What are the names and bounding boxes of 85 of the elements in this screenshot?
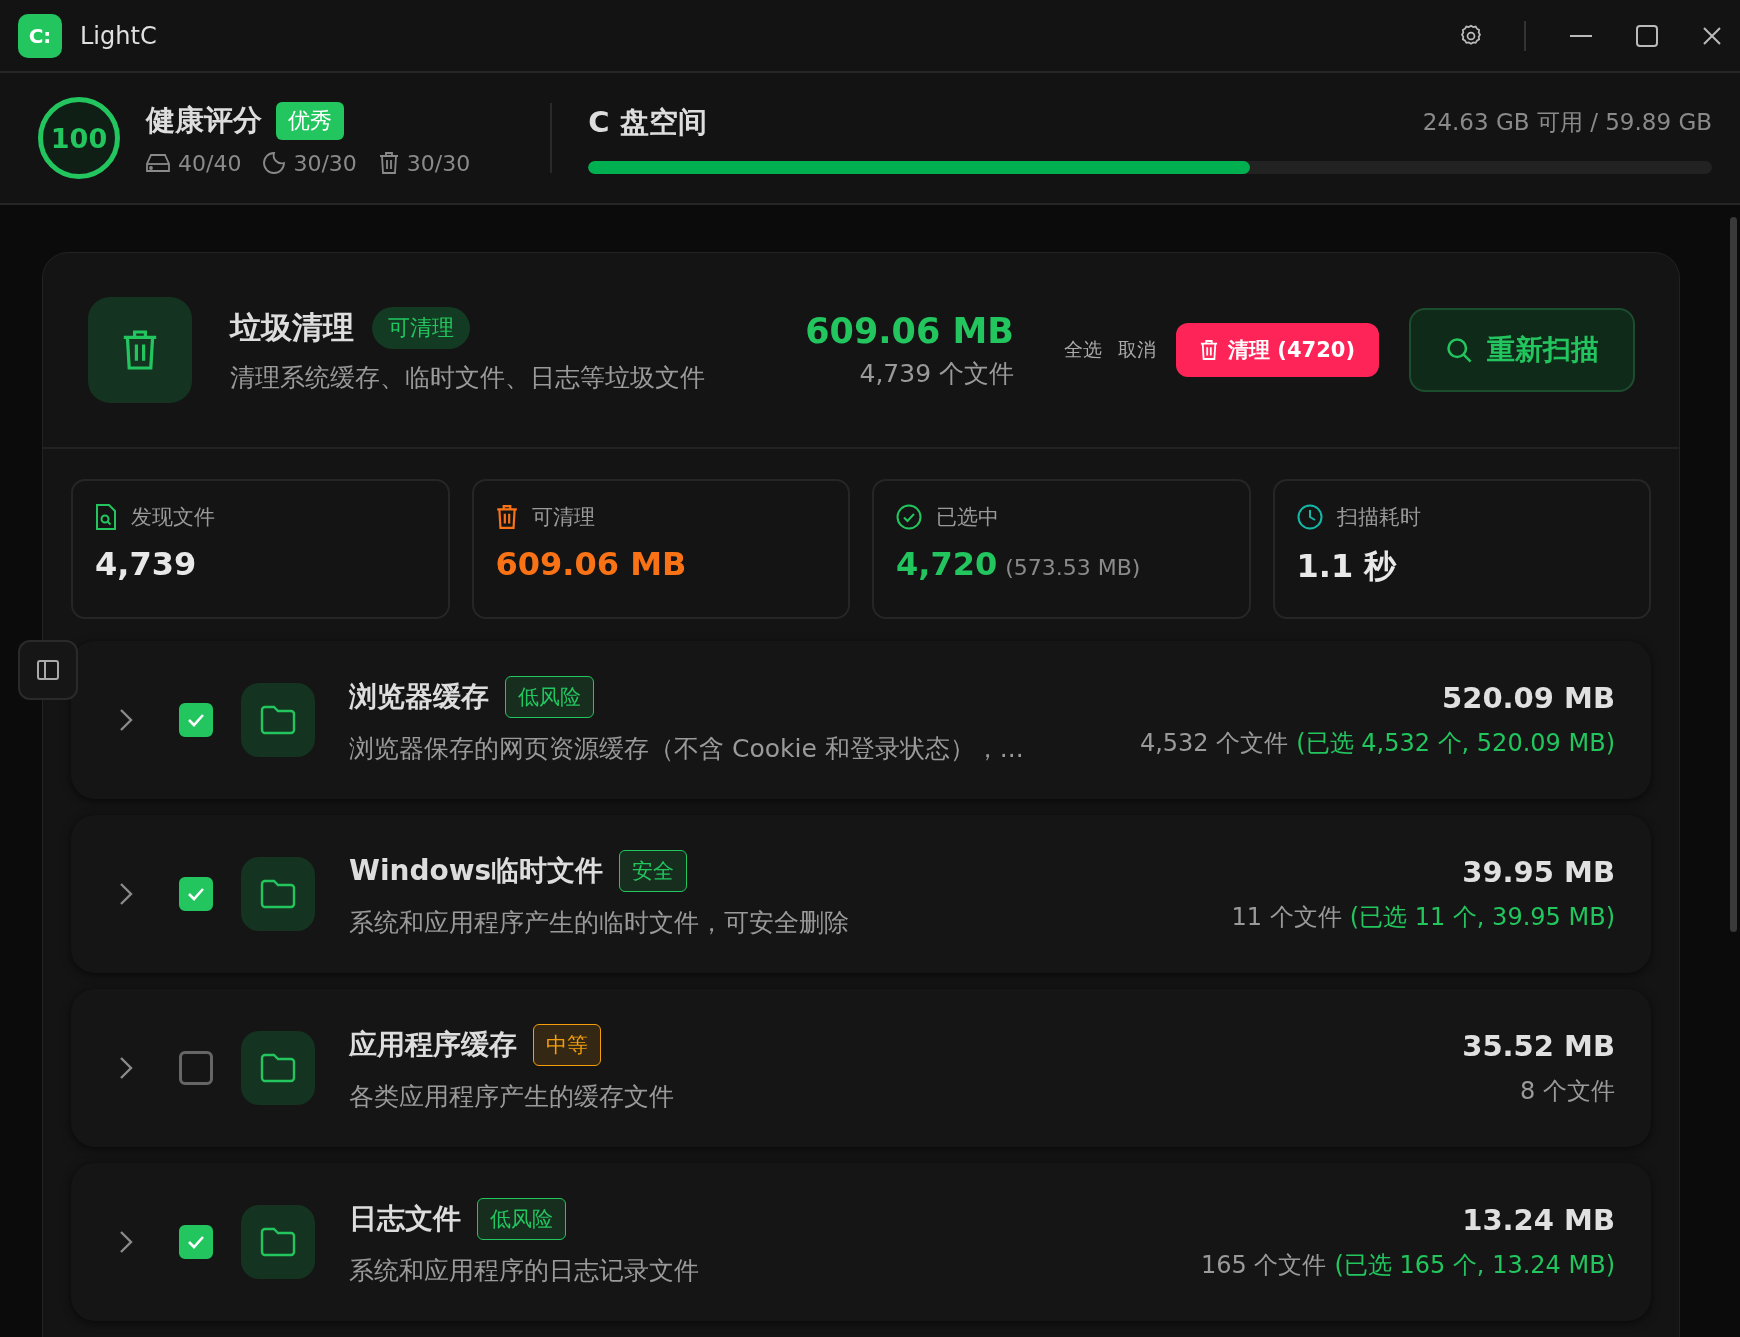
sidebar-icon xyxy=(36,658,60,682)
stat-value: 609.06 MB xyxy=(495,545,687,583)
category-description: 系统和应用程序产生的临时文件，可安全删除 xyxy=(349,906,849,939)
checkbox[interactable] xyxy=(179,703,213,737)
category-size: 520.09 MB xyxy=(1442,681,1615,715)
disk-usage: 24.63 GB 可用 / 59.89 GB xyxy=(1422,108,1712,137)
clock-icon xyxy=(1296,504,1323,530)
file-count: 8 个文件 xyxy=(1520,1076,1615,1107)
cancel-link[interactable]: 取消 xyxy=(1118,337,1157,363)
trash-icon xyxy=(1200,340,1219,360)
category-description: 系统和应用程序的日志记录文件 xyxy=(349,1254,699,1287)
category-row[interactable]: 浏览器缓存 低风险 浏览器保存的网页资源缓存（不含 Cookie 和登录状态），... 520.09 MB 4,532 个文件 (已选 4,532 个, 520.09 MB) xyxy=(71,641,1651,799)
moon-icon xyxy=(263,152,286,174)
category-name: Windows临时文件 xyxy=(349,852,604,889)
clean-button[interactable]: 清理 (4720) xyxy=(1176,323,1379,377)
folder-icon xyxy=(241,1205,315,1279)
category-row[interactable]: 应用程序缓存 中等 各类应用程序产生的缓存文件 35.52 MB 8 个文件 xyxy=(71,989,1651,1147)
stat-value: 1.1 秒 xyxy=(1296,546,1397,587)
metric-value: 30/30 xyxy=(293,150,357,176)
maximize-icon[interactable] xyxy=(1636,24,1658,47)
chevron-icon[interactable] xyxy=(119,882,133,906)
drive-icon xyxy=(146,153,170,173)
risk-tag: 低风险 xyxy=(477,1197,566,1240)
folder-icon xyxy=(241,683,315,757)
trash-icon xyxy=(88,297,192,403)
close-icon[interactable] xyxy=(1702,25,1722,46)
risk-tag: 低风险 xyxy=(505,675,594,718)
cleanup-description: 清理系统缓存、临时文件、日志等垃圾文件 xyxy=(230,361,705,394)
stat-label: 扫描耗时 xyxy=(1336,504,1421,531)
trash-icon xyxy=(378,152,399,174)
scrollbar[interactable] xyxy=(1730,217,1737,932)
total-size: 609.06 MB xyxy=(805,310,1015,351)
checkbox[interactable] xyxy=(179,1051,213,1085)
window-title: LightC xyxy=(80,21,157,50)
folder-icon xyxy=(241,1031,315,1105)
stat-value: 4,720 xyxy=(896,545,998,583)
category-description: 浏览器保存的网页资源缓存（不含 Cookie 和登录状态），... xyxy=(349,732,1024,765)
category-row[interactable]: 日志文件 低风险 系统和应用程序的日志记录文件 13.24 MB 165 个文件 (已选 165 个, 13.24 MB) xyxy=(71,1163,1651,1321)
check-circle-icon xyxy=(896,504,922,530)
sidebar-toggle-button[interactable] xyxy=(18,640,78,700)
check-icon xyxy=(186,886,206,902)
check-icon xyxy=(186,1234,206,1250)
category-name: 应用程序缓存 xyxy=(349,1026,517,1063)
checkbox[interactable] xyxy=(179,1225,213,1259)
selected-summary: (已选 165 个, 13.24 MB) xyxy=(1334,1250,1615,1281)
selected-summary: (已选 4,532 个, 520.09 MB) xyxy=(1296,728,1615,759)
risk-tag: 中等 xyxy=(533,1023,601,1066)
category-size: 35.52 MB xyxy=(1462,1029,1615,1063)
select-all-link[interactable]: 全选 xyxy=(1064,337,1103,363)
rescan-button[interactable]: 重新扫描 xyxy=(1409,308,1635,392)
category-size: 39.95 MB xyxy=(1462,855,1615,889)
chevron-icon[interactable] xyxy=(119,708,133,732)
status-badge: 可清理 xyxy=(372,306,470,349)
metric-value: 30/30 xyxy=(406,150,471,176)
risk-tag: 安全 xyxy=(619,849,688,892)
trash-icon xyxy=(495,505,518,529)
file-count: 11 个文件 xyxy=(1231,902,1342,933)
category-description: 各类应用程序产生的缓存文件 xyxy=(349,1080,674,1113)
metric-value: 40/40 xyxy=(178,150,242,176)
file-count: 165 个文件 xyxy=(1201,1250,1327,1281)
file-count: 4,532 个文件 xyxy=(1139,728,1289,759)
search-icon xyxy=(1445,336,1473,364)
stat-label: 可清理 xyxy=(531,504,595,531)
rating-badge: 优秀 xyxy=(276,101,344,140)
total-files: 4,739 个文件 xyxy=(859,357,1015,390)
health-score-ring: 100 xyxy=(38,97,120,179)
chevron-icon[interactable] xyxy=(119,1230,133,1254)
category-row[interactable]: Windows临时文件 安全 系统和应用程序产生的临时文件，可安全删除 39.95 MB 11 个文件 (已选 11 个, 39.95 MB) xyxy=(71,815,1651,973)
folder-icon xyxy=(241,857,315,931)
cleanup-title: 垃圾清理 xyxy=(230,307,354,347)
stat-label: 发现文件 xyxy=(131,504,215,531)
chevron-icon[interactable] xyxy=(119,1056,133,1080)
stat-value: 4,739 xyxy=(95,545,197,583)
stat-note: (573.53 MB) xyxy=(1005,555,1141,580)
category-name: 日志文件 xyxy=(349,1200,461,1237)
check-icon xyxy=(186,712,206,728)
category-name: 浏览器缓存 xyxy=(349,678,489,715)
file-search-icon xyxy=(95,504,117,530)
disk-title: C 盘空间 xyxy=(588,103,707,141)
health-title: 健康评分 xyxy=(146,101,262,139)
category-size: 13.24 MB xyxy=(1462,1203,1615,1237)
app-logo: C: xyxy=(18,13,62,58)
stat-label: 已选中 xyxy=(936,504,999,531)
selected-summary: (已选 11 个, 39.95 MB) xyxy=(1349,902,1615,933)
checkbox[interactable] xyxy=(179,877,213,911)
